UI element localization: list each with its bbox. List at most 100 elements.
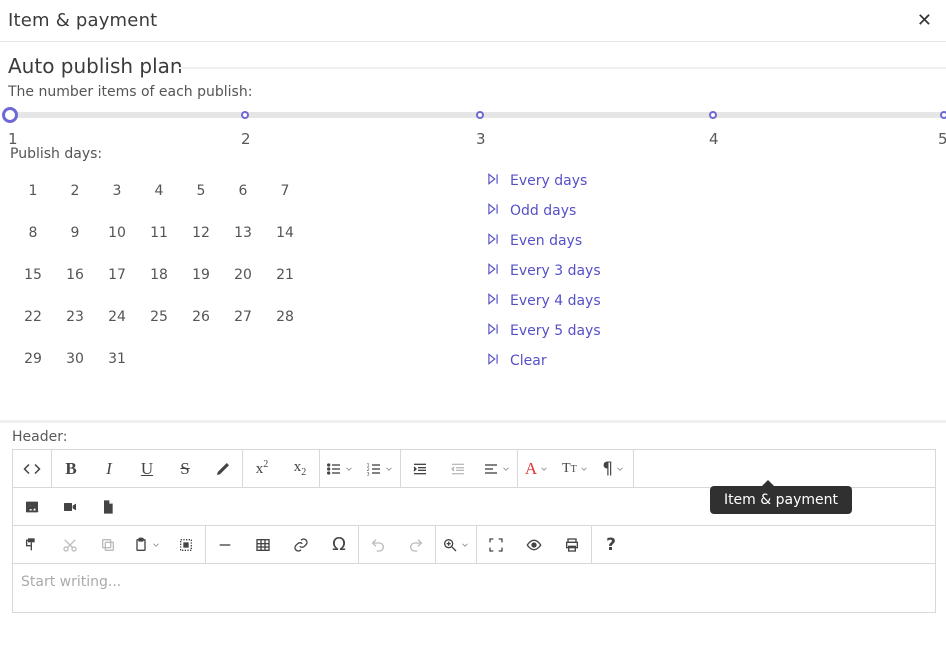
calendar-day[interactable]: 29: [12, 338, 54, 380]
calendar-day[interactable]: 17: [96, 254, 138, 296]
calendar-day[interactable]: 16: [54, 254, 96, 296]
preset-label: Every 4 days: [510, 293, 601, 309]
undo-button[interactable]: [359, 526, 397, 563]
print-button[interactable]: [553, 526, 591, 563]
preview-button[interactable]: [515, 526, 553, 563]
calendar-day[interactable]: 12: [180, 212, 222, 254]
calendar-day[interactable]: 5: [180, 170, 222, 212]
calendar-day[interactable]: 10: [96, 212, 138, 254]
fullscreen-button[interactable]: [477, 526, 515, 563]
preset-label: Even days: [510, 233, 582, 249]
preset-label: Every 5 days: [510, 323, 601, 339]
italic-button[interactable]: I: [90, 450, 128, 487]
table-button[interactable]: [244, 526, 282, 563]
text-color-button[interactable]: A: [518, 450, 556, 487]
calendar-day[interactable]: 9: [54, 212, 96, 254]
paste-button[interactable]: [127, 526, 167, 563]
calendar-day[interactable]: 15: [12, 254, 54, 296]
link-button[interactable]: [282, 526, 320, 563]
cut-button[interactable]: [51, 526, 89, 563]
special-char-button[interactable]: Ω: [320, 526, 358, 563]
slider-knob[interactable]: [2, 107, 18, 123]
calendar-day[interactable]: 6: [222, 170, 264, 212]
calendar-day[interactable]: 2: [54, 170, 96, 212]
skip-forward-icon: [486, 262, 500, 280]
calendar-day[interactable]: 20: [222, 254, 264, 296]
calendar-day[interactable]: 25: [138, 296, 180, 338]
editor-content-area[interactable]: Start writing...: [13, 564, 935, 612]
slider-label-4: 4: [709, 130, 719, 148]
header-field-label: Header:: [12, 429, 946, 445]
preset-button[interactable]: Every 5 days: [486, 322, 601, 340]
calendar-day[interactable]: 14: [264, 212, 306, 254]
unordered-list-button[interactable]: [320, 450, 360, 487]
skip-forward-icon: [486, 322, 500, 340]
items-count-label: The number items of each publish:: [8, 84, 946, 100]
font-size-button[interactable]: TT: [556, 450, 595, 487]
toolbar-row-1: B I U S x2 x2 123: [13, 450, 935, 488]
items-count-slider[interactable]: 1 2 3 4 5: [0, 106, 946, 146]
calendar-day[interactable]: 31: [96, 338, 138, 380]
calendar-day[interactable]: 13: [222, 212, 264, 254]
calendar-day[interactable]: 8: [12, 212, 54, 254]
calendar-day[interactable]: 23: [54, 296, 96, 338]
slider-label-3: 3: [476, 130, 486, 148]
zoom-button[interactable]: [436, 526, 476, 563]
outdent-button[interactable]: [439, 450, 477, 487]
calendar-day[interactable]: 3: [96, 170, 138, 212]
preset-button[interactable]: Clear: [486, 352, 601, 370]
preset-label: Odd days: [510, 203, 576, 219]
toolbar-row-3: Ω ?: [13, 526, 935, 564]
preset-button[interactable]: Every 3 days: [486, 262, 601, 280]
calendar-day[interactable]: 22: [12, 296, 54, 338]
calendar-day[interactable]: 4: [138, 170, 180, 212]
subscript-button[interactable]: x2: [281, 450, 319, 487]
skip-forward-icon: [486, 172, 500, 190]
calendar-day[interactable]: 21: [264, 254, 306, 296]
underline-button[interactable]: U: [128, 450, 166, 487]
preset-label: Every 3 days: [510, 263, 601, 279]
slider-tick-2: [241, 111, 249, 119]
preset-button[interactable]: Even days: [486, 232, 601, 250]
redo-button[interactable]: [397, 526, 435, 563]
format-painter-button[interactable]: [13, 526, 51, 563]
calendar-day[interactable]: 7: [264, 170, 306, 212]
select-all-button[interactable]: [167, 526, 205, 563]
copy-button[interactable]: [89, 526, 127, 563]
calendar-day[interactable]: 18: [138, 254, 180, 296]
calendar-grid: 1234567891011121314151617181920212223242…: [12, 170, 306, 380]
horizontal-rule-button[interactable]: [206, 526, 244, 563]
align-button[interactable]: [477, 450, 517, 487]
calendar-day[interactable]: 28: [264, 296, 306, 338]
insert-file-button[interactable]: [89, 488, 127, 525]
calendar-day[interactable]: 11: [138, 212, 180, 254]
strikethrough-button[interactable]: S: [166, 450, 204, 487]
highlight-button[interactable]: [204, 450, 242, 487]
preset-button[interactable]: Every days: [486, 172, 601, 190]
divider: [0, 420, 946, 423]
indent-button[interactable]: [401, 450, 439, 487]
calendar-day[interactable]: 26: [180, 296, 222, 338]
close-icon[interactable]: ✕: [917, 10, 938, 31]
ordered-list-button[interactable]: 123: [360, 450, 400, 487]
source-code-button[interactable]: [13, 450, 51, 487]
insert-video-button[interactable]: [51, 488, 89, 525]
slider-label-5: 5: [938, 130, 946, 148]
help-button[interactable]: ?: [592, 526, 630, 563]
calendar-day[interactable]: 1: [12, 170, 54, 212]
insert-image-button[interactable]: [13, 488, 51, 525]
calendar-day[interactable]: 24: [96, 296, 138, 338]
superscript-button[interactable]: x2: [243, 450, 281, 487]
slider-tick-3: [476, 111, 484, 119]
skip-forward-icon: [486, 352, 500, 370]
slider-label-2: 2: [241, 130, 251, 148]
calendar-day[interactable]: 27: [222, 296, 264, 338]
preset-button[interactable]: Every 4 days: [486, 292, 601, 310]
bold-button[interactable]: B: [52, 450, 90, 487]
paragraph-format-button[interactable]: ¶: [595, 450, 633, 487]
preset-button[interactable]: Odd days: [486, 202, 601, 220]
calendar-day[interactable]: 19: [180, 254, 222, 296]
calendar-day[interactable]: 30: [54, 338, 96, 380]
toolbar-row-2: [13, 488, 935, 526]
slider-tick-5: [940, 111, 946, 119]
